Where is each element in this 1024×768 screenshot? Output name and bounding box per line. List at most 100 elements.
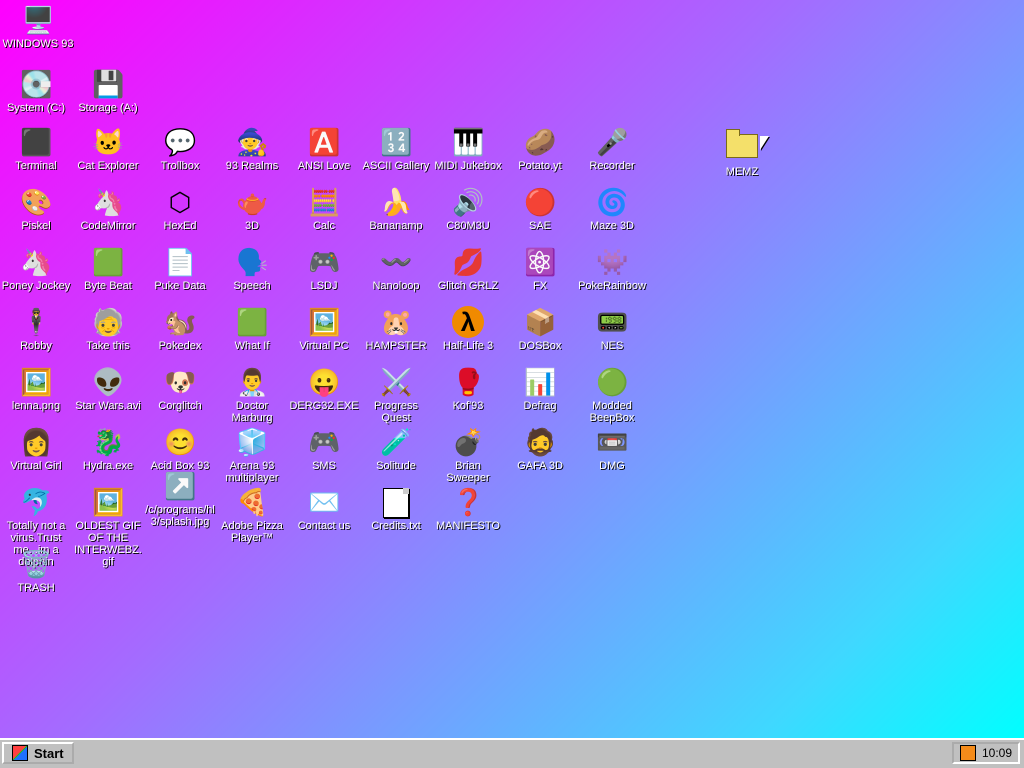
- desktop-icon-bananamp[interactable]: 🍌 Bananamp: [360, 186, 432, 232]
- desktop-icon-label: Virtual Girl: [10, 460, 62, 472]
- desktop-icon-nanoloop[interactable]: 〰️ Nanoloop: [360, 246, 432, 292]
- pizza-icon: 🍕: [236, 487, 269, 517]
- desktop-icon-glitch-grlz[interactable]: 💋 Glitch GRLZ: [432, 246, 504, 292]
- desktop-icon-label: SAE: [528, 220, 551, 232]
- desktop-icon-kof93[interactable]: 🥊 Kof'93: [432, 366, 504, 412]
- palette-icon: 🎨: [20, 187, 53, 217]
- desktop-icon-defrag[interactable]: 📊 Defrag: [504, 366, 576, 412]
- stick-figure-icon: 🕴️: [20, 307, 53, 337]
- desktop-icon-label: Storage (A:): [78, 102, 138, 114]
- text-file-icon: [383, 488, 409, 518]
- desktop-icon-c80m3u[interactable]: 🔊 C80M3U: [432, 186, 504, 232]
- desktop-icon-trollbox[interactable]: 💬 Trollbox: [144, 126, 216, 172]
- desktop-icon-speech[interactable]: 🗣️ Speech: [216, 246, 288, 292]
- desktop-icon-label: Hydra.exe: [82, 460, 134, 472]
- desktop-icon-label: System (C:): [6, 102, 66, 114]
- desktop-icon-label: 93 Realms: [225, 160, 279, 172]
- piano-keys-icon: 🎹: [452, 127, 485, 157]
- desktop-icon-manifesto[interactable]: ❓ MANIFESTO: [432, 486, 504, 532]
- desktop-icon-label: Glitch GRLZ: [437, 280, 499, 292]
- desktop-icon-gafa-3d[interactable]: 🧔 GAFA 3D: [504, 426, 576, 472]
- desktop-icon-label: /c/programs/hl3/splash.jpg: [145, 504, 215, 528]
- desktop-icon-arena-93[interactable]: 🧊 Arena 93 multiplayer: [216, 426, 288, 484]
- desktop-icon-hampster[interactable]: 🐹 HAMPSTER: [360, 306, 432, 352]
- desktop-icon-windows93[interactable]: 🖥️ WINDOWS 93: [2, 4, 74, 50]
- hex-cube-icon: ⬡: [168, 187, 192, 217]
- desktop-icon-star-wars-avi[interactable]: 👽 Star Wars.avi: [72, 366, 144, 412]
- chat-bubble-icon: 💬: [164, 127, 197, 157]
- desktop-icon-93-realms[interactable]: 🧙 93 Realms: [216, 126, 288, 172]
- monitor-face-icon: 😛: [308, 367, 341, 397]
- desktop-icon-trash[interactable]: 🗑️ TRASH: [0, 548, 72, 594]
- desktop-icon-progress-quest[interactable]: ⚔️ Progress Quest: [360, 366, 432, 424]
- desktop-icon-take-this[interactable]: 🧓 Take this: [72, 306, 144, 352]
- desktop-icon-terminal[interactable]: ⬛ Terminal: [0, 126, 72, 172]
- crossed-swords-icon: ⚔️: [380, 367, 413, 397]
- desktop-icon-dosbox[interactable]: 📦 DOSBox: [504, 306, 576, 352]
- cat-globe-icon: 🐱: [92, 127, 125, 157]
- desktop-icon-sae[interactable]: 🔴 SAE: [504, 186, 576, 232]
- desktop-icon-potato-yt[interactable]: 🥔 Potato.yt: [504, 126, 576, 172]
- desktop-icon-recorder[interactable]: 🎤 Recorder: [576, 126, 648, 172]
- desktop-icon-adobe-pizza[interactable]: 🍕 Adobe Pizza Player™: [216, 486, 288, 544]
- desktop-icon-ansi-love[interactable]: 🅰️ ANSI Love: [288, 126, 360, 172]
- rss-icon[interactable]: [959, 745, 976, 761]
- desktop-icon-label: Trollbox: [160, 160, 200, 172]
- desktop-icon-puke-data[interactable]: 📄 Puke Data: [144, 246, 216, 292]
- desktop-icon-derg32-exe[interactable]: 😛 DERG32.EXE: [288, 366, 360, 412]
- unicorn-icon: 🦄: [92, 187, 125, 217]
- wave-icon: 〰️: [380, 247, 413, 277]
- desktop-icon-label: lenna.png: [11, 400, 61, 412]
- desktop-icon-system-c[interactable]: 💽 System (C:): [0, 68, 72, 114]
- desktop-icon-ascii-gallery[interactable]: 🔢 ASCII Gallery: [360, 126, 432, 172]
- pony-icon: 🦄: [20, 247, 53, 277]
- desktop-icon-nes[interactable]: 📟 NES: [576, 306, 648, 352]
- desktop-icon-contact-us[interactable]: ✉️ Contact us: [288, 486, 360, 532]
- desktop-icon-label: Poney Jockey: [1, 280, 71, 292]
- desktop-icon-3d[interactable]: 🫖 3D: [216, 186, 288, 232]
- desktop-icon-midi-jukebox[interactable]: 🎹 MIDI Jukebox: [432, 126, 504, 172]
- desktop-icon-pokedex[interactable]: 🐿️ Pokedex: [144, 306, 216, 352]
- desktop-icon-doctor-marburg[interactable]: 👨‍⚕️ Doctor Marburg: [216, 366, 288, 424]
- desktop-icon-lenna-png[interactable]: 🖼️ lenna.png: [0, 366, 72, 412]
- desktop-icon-robby[interactable]: 🕴️ Robby: [0, 306, 72, 352]
- desktop-icon-byte-beat[interactable]: 🟩 Byte Beat: [72, 246, 144, 292]
- desktop-icon-oldest-gif[interactable]: 🖼️ OLDEST GIF OF THE INTERWEBZ.gif: [72, 486, 144, 568]
- desktop-icon-label: MANIFESTO: [436, 520, 500, 532]
- desktop-icon-hexed[interactable]: ⬡ HexEd: [144, 186, 216, 232]
- desktop-icon-calc[interactable]: 🧮 Calc: [288, 186, 360, 232]
- desktop-icon-virtual-girl[interactable]: 👩 Virtual Girl: [0, 426, 72, 472]
- desktop-icon-piskel[interactable]: 🎨 Piskel: [0, 186, 72, 232]
- desktop-icon-maze-3d[interactable]: 🌀 Maze 3D: [576, 186, 648, 232]
- pixel-characters-icon: 👾: [596, 247, 629, 277]
- desktop-icon-codemirror[interactable]: 🦄 CodeMirror: [72, 186, 144, 232]
- desktop-icon-lsdj[interactable]: 🎮 LSDJ: [288, 246, 360, 292]
- desktop-icon-sms[interactable]: 🎮 SMS: [288, 426, 360, 472]
- desktop-icon-label: Puke Data: [154, 280, 206, 292]
- desktop-icon-what-if[interactable]: 🟩 What If: [216, 306, 288, 352]
- desktop-icon-label: DERG32.EXE: [289, 400, 359, 412]
- desktop-icon-dmg[interactable]: 📼 DMG: [576, 426, 648, 472]
- desktop-icon-modded-beepbox[interactable]: 🟢 Modded BeepBox: [576, 366, 648, 424]
- desktop-icon-solitude[interactable]: 🧪 Solitude: [360, 426, 432, 472]
- desktop-icon-cat-explorer[interactable]: 🐱 Cat Explorer: [72, 126, 144, 172]
- microphone-icon: 🎤: [596, 127, 629, 157]
- desktop-icon-virtual-pc[interactable]: 🖼️ Virtual PC: [288, 306, 360, 352]
- desktop-icon-storage-a[interactable]: 💾 Storage (A:): [72, 68, 144, 114]
- desktop-icon-credits-txt[interactable]: Credits.txt: [360, 486, 432, 532]
- desktop-icon-half-life-3[interactable]: λ Half-Life 3: [432, 306, 504, 352]
- face-speech-icon: 🗣️: [236, 247, 269, 277]
- image-file-icon: 🖼️: [20, 367, 53, 397]
- desktop-icon-acid-box-93[interactable]: 😊 Acid Box 93: [144, 426, 216, 472]
- desktop-icon-pokerainbow[interactable]: 👾 PokeRainbow: [576, 246, 648, 292]
- desktop-icon-brian-sweeper[interactable]: 💣 Brian Sweeper: [432, 426, 504, 484]
- desktop-icon-label: NES: [600, 340, 624, 352]
- desktop-icon-hl3-splash[interactable]: ↗️ /c/programs/hl3/splash.jpg: [144, 470, 216, 528]
- desktop-icon-hydra-exe[interactable]: 🐉 Hydra.exe: [72, 426, 144, 472]
- teapot-icon: 🫖: [236, 187, 269, 217]
- desktop-icon-corglitch[interactable]: 🐶 Corglitch: [144, 366, 216, 412]
- desktop-icon-fx[interactable]: ⚛️ FX: [504, 246, 576, 292]
- desktop-icon-poney-jockey[interactable]: 🦄 Poney Jockey: [0, 246, 72, 292]
- lips-icon: 💋: [452, 247, 485, 277]
- start-button[interactable]: Start: [2, 742, 74, 764]
